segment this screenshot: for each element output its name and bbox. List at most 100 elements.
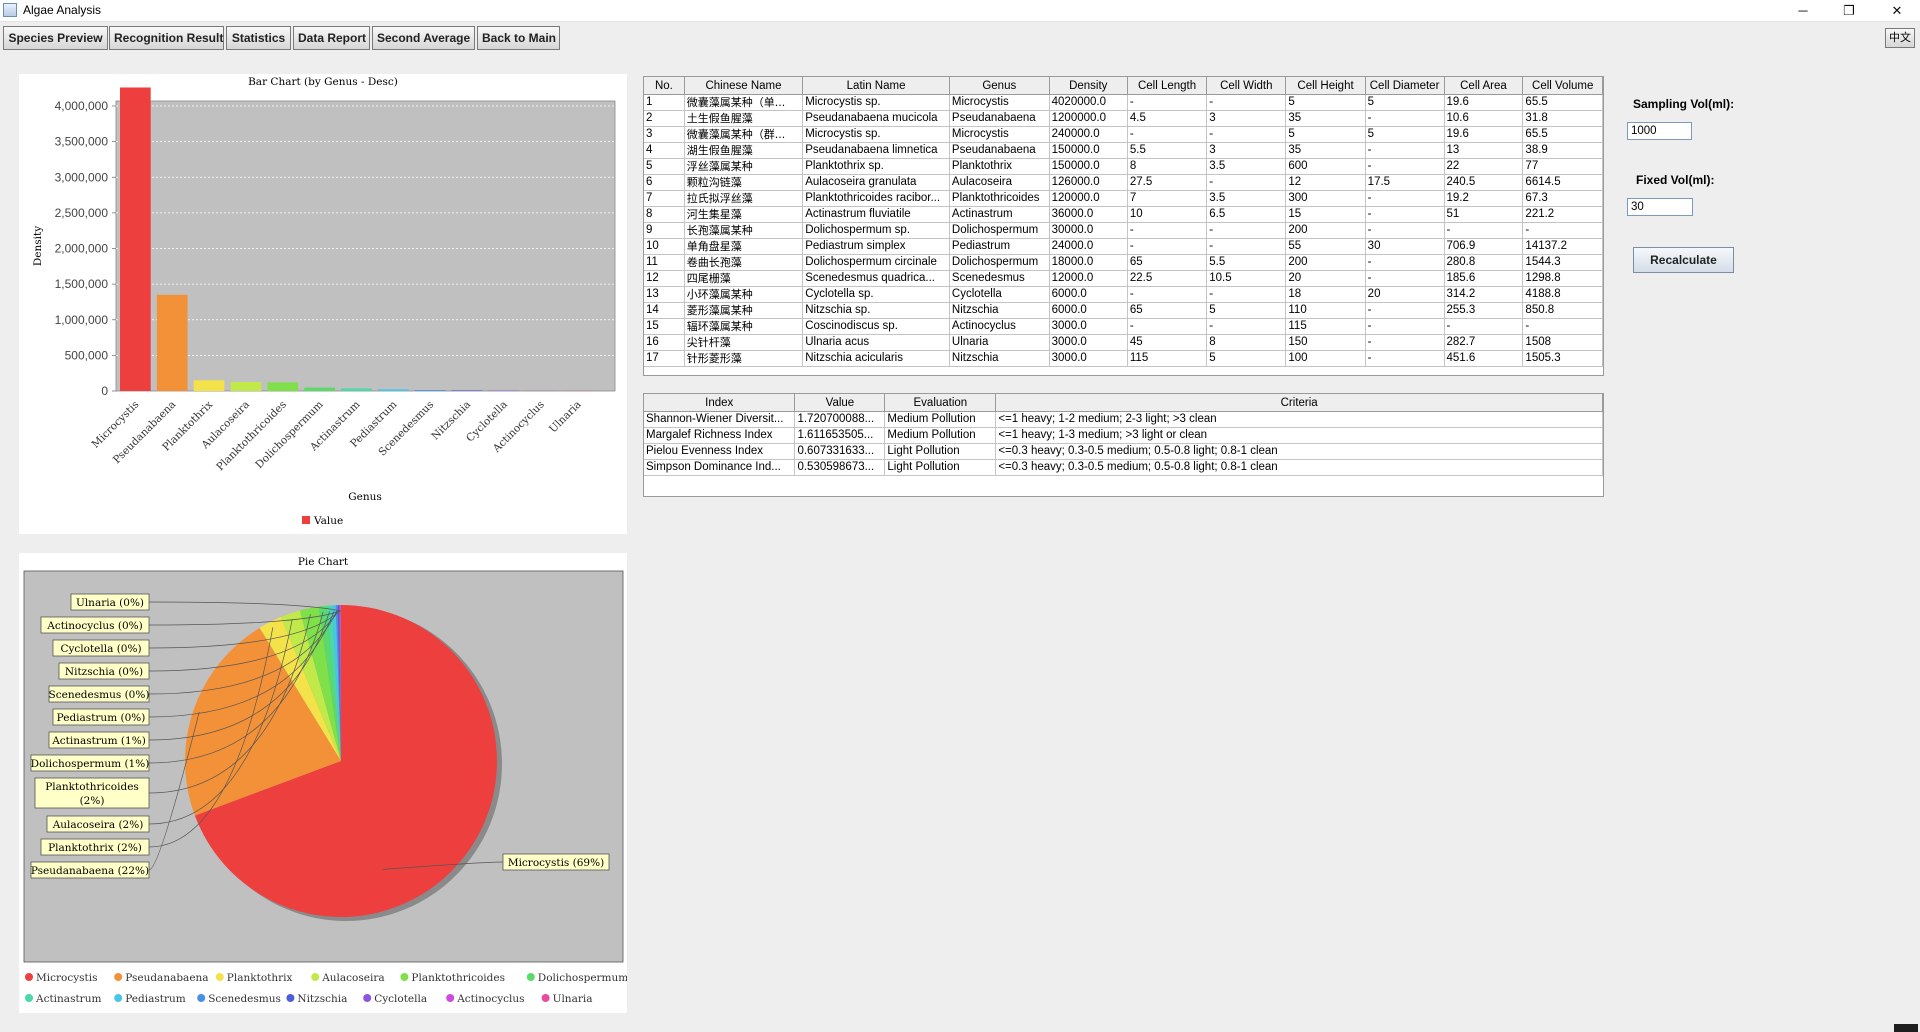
index-col-header[interactable]: Evaluation: [884, 394, 997, 412]
table-cell[interactable]: Scenedesmus: [949, 270, 1050, 287]
table-cell[interactable]: -: [1365, 302, 1445, 319]
table-cell[interactable]: 14: [644, 302, 685, 319]
table-cell[interactable]: 150000.0: [1049, 158, 1128, 175]
table-cell[interactable]: Planktothricoides: [949, 190, 1050, 207]
table-cell[interactable]: 土生假鱼腥藻: [684, 110, 804, 127]
table-row[interactable]: 13 小环藻属某种 Cyclotella sp. Cyclotella 6000.0- -…: [644, 286, 1603, 303]
table-cell[interactable]: Pediastrum simplex: [802, 238, 950, 255]
table-cell[interactable]: 3.5: [1206, 158, 1287, 175]
table-cell[interactable]: 19.6: [1444, 126, 1524, 143]
table-cell[interactable]: 5: [1285, 94, 1366, 111]
table-row[interactable]: 16 尖针杆藻 Ulnaria acus Ulnaria 3000.0 45 8 150-28…: [644, 334, 1603, 351]
table-cell[interactable]: Dolichospermum circinale: [802, 254, 950, 271]
table-cell[interactable]: Nitzschia sp.: [802, 302, 950, 319]
table-cell[interactable]: 5: [1285, 126, 1366, 143]
table-cell[interactable]: Pielou Evenness Index: [644, 443, 796, 460]
species-col-header[interactable]: Cell Length: [1127, 77, 1208, 95]
table-cell[interactable]: Dolichospermum: [949, 254, 1050, 271]
table-cell[interactable]: 706.9: [1444, 238, 1524, 255]
table-cell[interactable]: 20: [1365, 286, 1445, 303]
table-cell[interactable]: 67.3: [1522, 190, 1603, 207]
table-cell[interactable]: 13: [644, 286, 685, 303]
table-cell[interactable]: 150000.0: [1049, 142, 1128, 159]
table-cell[interactable]: -: [1365, 142, 1445, 159]
species-preview-button[interactable]: Species Preview: [3, 26, 108, 50]
recognition-result-button[interactable]: Recognition Result: [109, 26, 224, 50]
table-cell[interactable]: Pediastrum: [949, 238, 1050, 255]
table-cell[interactable]: 240000.0: [1049, 126, 1128, 143]
species-col-header[interactable]: Genus: [949, 77, 1050, 95]
table-cell[interactable]: -: [1127, 222, 1208, 239]
table-cell[interactable]: 7: [644, 190, 685, 207]
table-cell[interactable]: Planktothrix sp.: [802, 158, 950, 175]
table-cell[interactable]: Nitzschia: [949, 302, 1050, 319]
table-cell[interactable]: -: [1365, 222, 1445, 239]
table-cell[interactable]: 22.5: [1127, 270, 1208, 287]
table-cell[interactable]: Light Pollution: [884, 443, 997, 460]
maximize-button[interactable]: ❐: [1826, 0, 1872, 21]
table-cell[interactable]: Cyclotella: [949, 286, 1050, 303]
table-cell[interactable]: 600: [1285, 158, 1366, 175]
table-cell[interactable]: 240.5: [1444, 174, 1524, 191]
table-cell[interactable]: 河生集星藻: [684, 206, 804, 223]
table-cell[interactable]: 1298.8: [1522, 270, 1603, 287]
table-cell[interactable]: 35: [1285, 142, 1366, 159]
table-cell[interactable]: 13: [1444, 142, 1524, 159]
table-cell[interactable]: 45: [1127, 334, 1208, 351]
table-cell[interactable]: 1.611653505...: [794, 427, 886, 444]
table-cell[interactable]: 850.8: [1522, 302, 1603, 319]
index-col-header[interactable]: Value: [794, 394, 886, 412]
table-cell[interactable]: 颗粒沟链藻: [684, 174, 804, 191]
table-cell[interactable]: 77: [1522, 158, 1603, 175]
table-row[interactable]: 4 湖生假鱼腥藻 Pseudanabaena limnetica Pseudanaba…: [644, 142, 1603, 159]
table-cell[interactable]: 7: [1127, 190, 1208, 207]
table-cell[interactable]: -: [1127, 286, 1208, 303]
table-row[interactable]: 2 土生假鱼腥藻 Pseudanabaena mucicola Pseudanabae…: [644, 110, 1603, 127]
sampling-volume-input[interactable]: 1000: [1627, 122, 1692, 140]
table-cell[interactable]: 65.5: [1522, 126, 1603, 143]
table-cell[interactable]: -: [1444, 222, 1524, 239]
table-cell[interactable]: 12: [644, 270, 685, 287]
table-cell[interactable]: 3: [1206, 110, 1287, 127]
table-cell[interactable]: 282.7: [1444, 334, 1524, 351]
table-cell[interactable]: Planktothricoides racibor...: [802, 190, 950, 207]
table-cell[interactable]: -: [1365, 350, 1445, 367]
table-cell[interactable]: 38.9: [1522, 142, 1603, 159]
species-col-header[interactable]: No.: [644, 77, 685, 95]
species-col-header[interactable]: Cell Diameter: [1365, 77, 1445, 95]
table-row[interactable]: 9 长孢藻属某种 Dolichospermum sp. Dolichospermum 3…: [644, 222, 1603, 239]
table-cell[interactable]: -: [1365, 254, 1445, 271]
table-cell[interactable]: Medium Pollution: [884, 427, 997, 444]
table-cell[interactable]: 15: [644, 318, 685, 335]
table-cell[interactable]: Actinocyclus: [949, 318, 1050, 335]
table-cell[interactable]: 6000.0: [1049, 302, 1128, 319]
table-cell[interactable]: -: [1206, 286, 1287, 303]
table-cell[interactable]: 24000.0: [1049, 238, 1128, 255]
table-row[interactable]: 1 微囊藻属某种（单... Microcystis sp. Microcystis 40…: [644, 94, 1603, 111]
table-cell[interactable]: 1505.3: [1522, 350, 1603, 367]
index-col-header[interactable]: Criteria: [995, 394, 1603, 412]
table-cell[interactable]: -: [1206, 126, 1287, 143]
table-cell[interactable]: Nitzschia: [949, 350, 1050, 367]
table-cell[interactable]: 451.6: [1444, 350, 1524, 367]
table-row[interactable]: 3 微囊藻属某种（群... Microcystis sp. Microcystis 24…: [644, 126, 1603, 143]
table-cell[interactable]: Microcystis sp.: [802, 94, 950, 111]
recalculate-button[interactable]: Recalculate: [1633, 247, 1734, 273]
table-cell[interactable]: 30: [1365, 238, 1445, 255]
table-cell[interactable]: 10: [644, 238, 685, 255]
table-cell[interactable]: 8: [1127, 158, 1208, 175]
table-cell[interactable]: 0.530598673...: [794, 459, 886, 476]
table-cell[interactable]: -: [1127, 238, 1208, 255]
table-cell[interactable]: Aulacoseira granulata: [802, 174, 950, 191]
table-cell[interactable]: 3000.0: [1049, 334, 1128, 351]
language-toggle-button[interactable]: 中文: [1885, 28, 1915, 48]
table-row[interactable]: 8 河生集星藻 Actinastrum fluviatile Actinastrum 3…: [644, 206, 1603, 223]
table-cell[interactable]: 30000.0: [1049, 222, 1128, 239]
table-cell[interactable]: 2: [644, 110, 685, 127]
table-cell[interactable]: 6: [644, 174, 685, 191]
table-cell[interactable]: 5: [1365, 126, 1445, 143]
table-cell[interactable]: 3: [644, 126, 685, 143]
table-cell[interactable]: 150: [1285, 334, 1366, 351]
table-cell[interactable]: 20: [1285, 270, 1366, 287]
table-cell[interactable]: 4.5: [1127, 110, 1208, 127]
